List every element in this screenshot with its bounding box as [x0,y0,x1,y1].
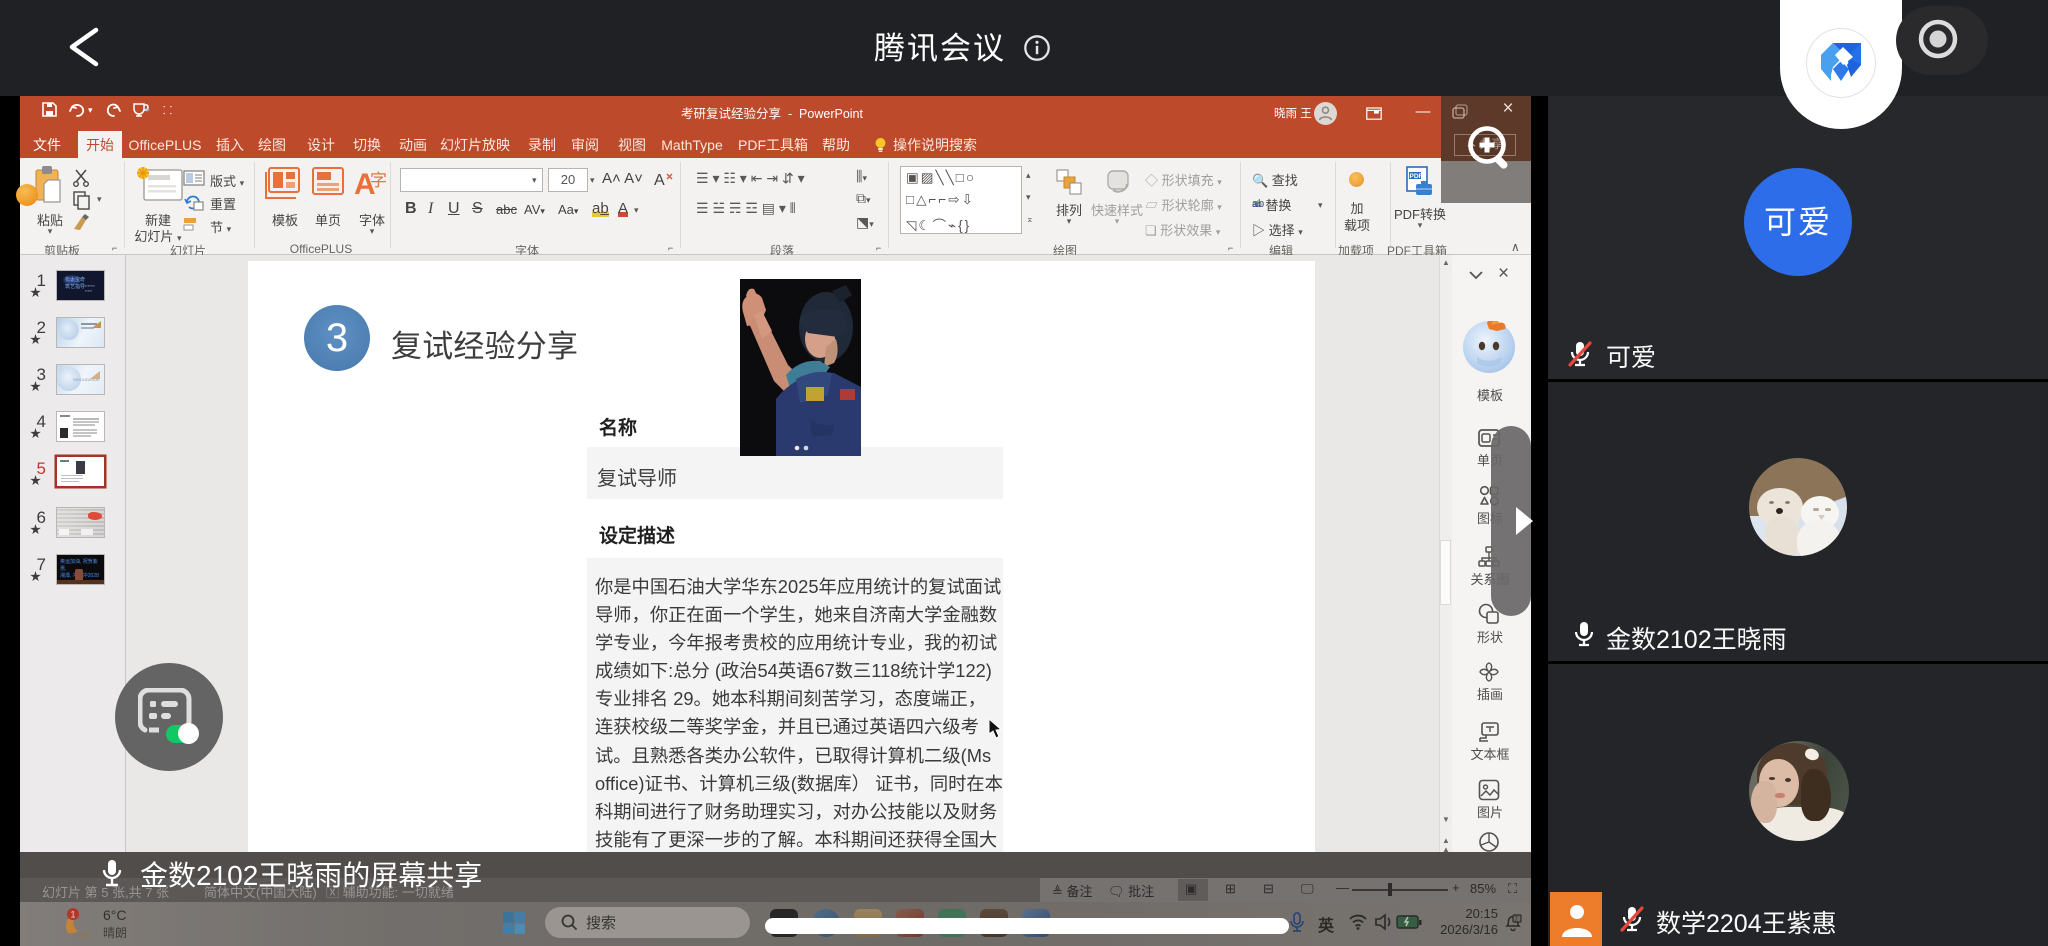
svg-text:PDF: PDF [1410,173,1423,180]
